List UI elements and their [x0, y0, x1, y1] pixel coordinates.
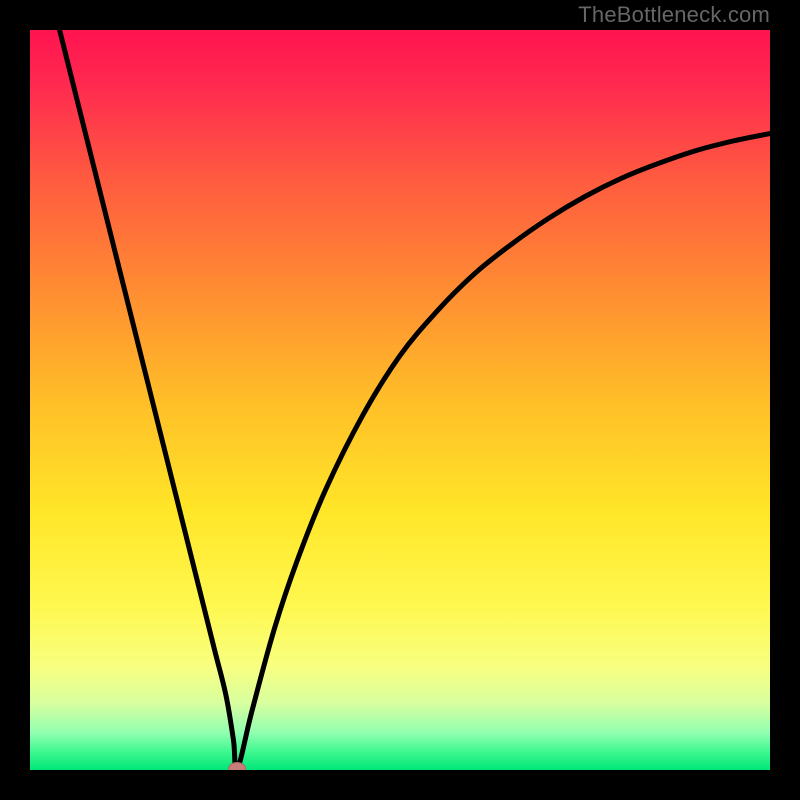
chart-curve: [30, 30, 770, 770]
watermark-text: TheBottleneck.com: [578, 2, 770, 28]
chart-plot-area: [30, 30, 770, 770]
chart-minimum-marker: [228, 762, 246, 770]
